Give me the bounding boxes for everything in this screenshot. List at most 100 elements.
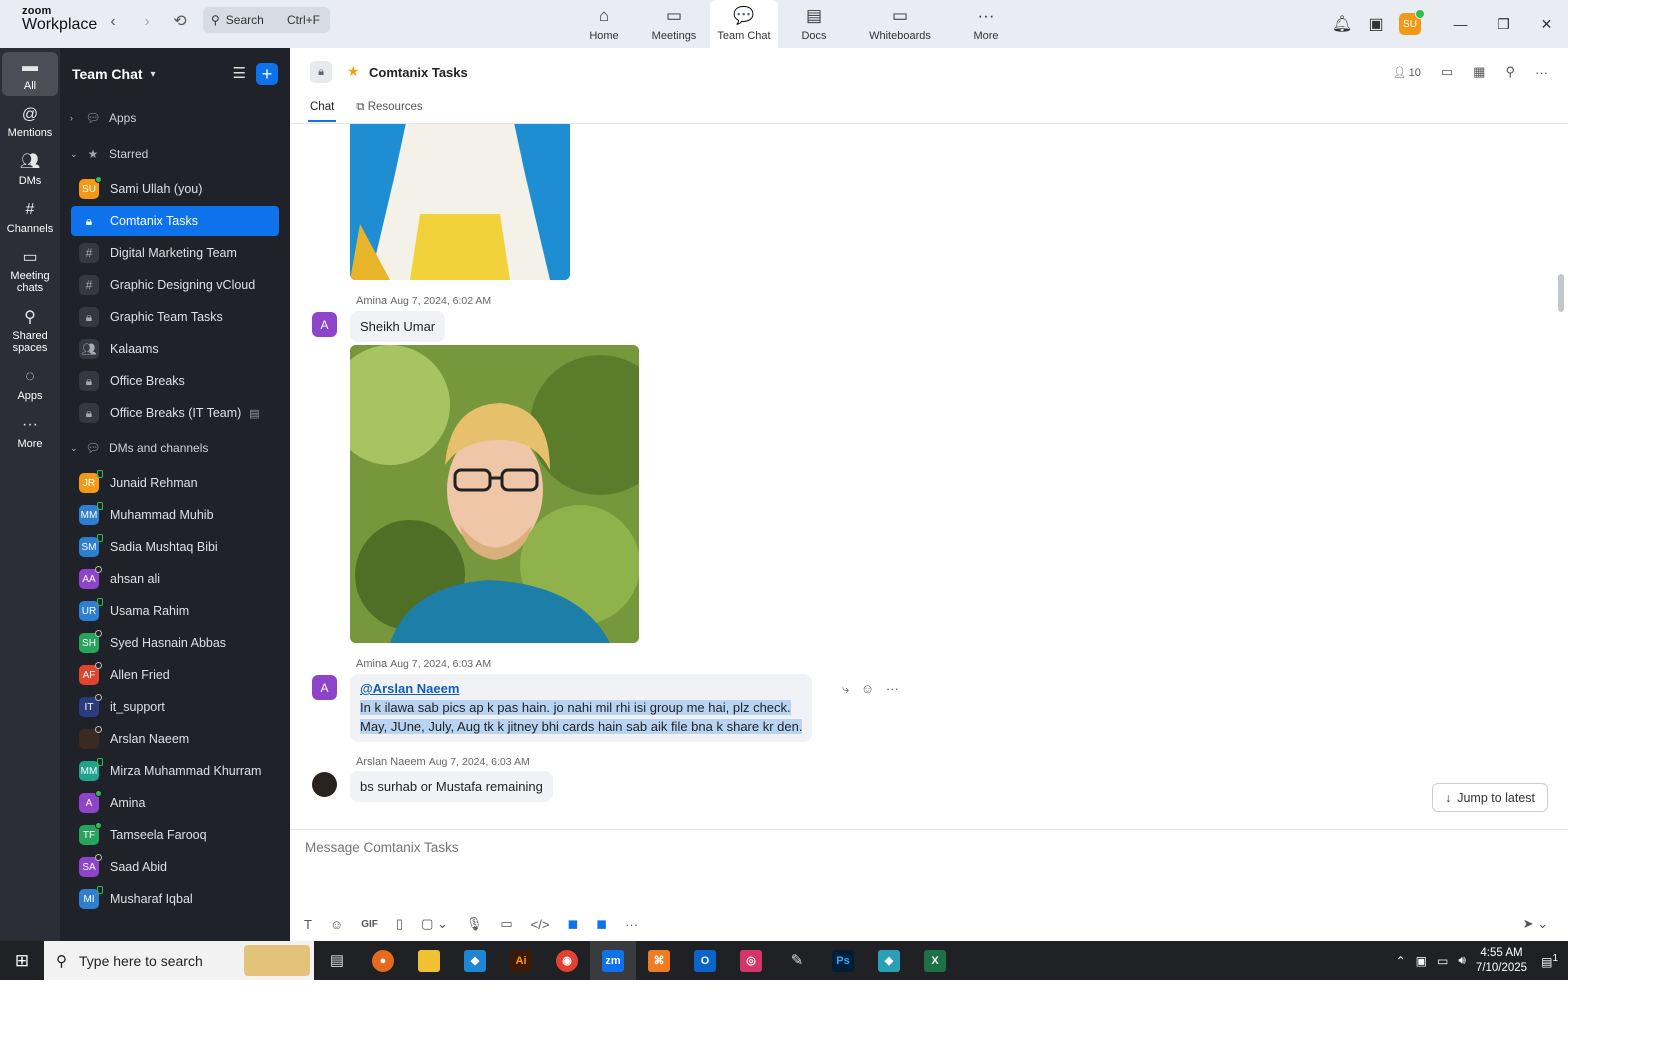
sidebar-item[interactable]: MI Musharaf Iqbal — [71, 884, 279, 914]
sidebar-title[interactable]: Team Chat — [72, 66, 143, 82]
illustrator-icon[interactable]: Ai — [498, 941, 544, 980]
calendar-icon[interactable]: ▣ — [1359, 14, 1393, 34]
tab-whiteboards[interactable]: ▭ Whiteboards — [850, 0, 950, 48]
emoji-icon[interactable]: ☺ — [330, 917, 343, 932]
notification-icon[interactable]: ▤1 — [1541, 953, 1558, 969]
video-icon[interactable]: ▭ — [1441, 64, 1453, 80]
history-icon[interactable]: ⟲ — [170, 12, 190, 32]
tab-chat[interactable]: Chat — [308, 98, 337, 122]
sidebar-item[interactable]: # Digital Marketing Team — [71, 238, 279, 268]
sidebar-item[interactable]: AF Allen Fried — [71, 660, 279, 690]
sidebar-item[interactable]: IT it_support — [71, 692, 279, 722]
system-clock[interactable]: 4:55 AM 7/10/2025 — [1476, 946, 1527, 976]
forward-icon[interactable]: › — [137, 12, 157, 32]
more-icon[interactable]: ··· — [886, 681, 899, 696]
zoom-icon[interactable]: zm — [590, 941, 636, 980]
message-input[interactable] — [305, 840, 1105, 855]
file-icon[interactable]: ▯ — [396, 916, 403, 932]
chevron-up-icon[interactable]: ⌃ — [1396, 954, 1406, 968]
chrome-icon[interactable]: ◉ — [544, 941, 590, 980]
rail-all[interactable]: ▬ All — [2, 52, 58, 96]
calendar-icon[interactable]: ▦ — [1473, 64, 1485, 80]
mention-link[interactable]: @Arslan Naeem — [360, 679, 802, 698]
firefox-icon[interactable]: ● — [360, 941, 406, 980]
tab-docs[interactable]: ▤ Docs — [780, 0, 848, 48]
sidebar-item[interactable]: SU Sami Ullah (you) — [71, 174, 279, 204]
code-icon[interactable]: </> — [531, 917, 550, 932]
new-chat-button[interactable]: + — [256, 63, 278, 85]
chat-title[interactable]: Comtanix Tasks — [369, 65, 468, 80]
sidebar-item[interactable]: JR Junaid Rehman — [71, 468, 279, 498]
avatar[interactable] — [312, 772, 337, 797]
avatar[interactable]: SU — [1399, 9, 1425, 35]
minimize-icon[interactable]: — — [1439, 16, 1482, 32]
section-apps[interactable]: › 💬︎ Apps — [60, 100, 290, 136]
rail-apps[interactable]: ◌ Apps — [2, 362, 58, 406]
sidebar-item[interactable]: 👥︎ Kalaams — [71, 334, 279, 364]
sidebar-item[interactable]: MM Muhammad Muhib — [71, 500, 279, 530]
windows-start-icon[interactable]: ⊞ — [0, 951, 44, 971]
send-icon[interactable]: ➤ — [1523, 916, 1534, 931]
outlook-icon[interactable]: O — [682, 941, 728, 980]
tab-home[interactable]: ⌂ Home — [570, 0, 638, 48]
tab-more[interactable]: ··· More — [952, 0, 1020, 48]
star-icon[interactable]: ★ — [347, 63, 360, 80]
jump-to-latest-button[interactable]: ↓ Jump to latest — [1432, 783, 1548, 812]
vscode-icon[interactable]: ◆ — [452, 941, 498, 980]
sidebar-item[interactable]: # Graphic Designing vCloud — [71, 270, 279, 300]
filter-icon[interactable]: ☰ — [233, 64, 246, 82]
excel-icon[interactable]: X — [912, 941, 958, 980]
sidebar-item[interactable]: UR Usama Rahim — [71, 596, 279, 626]
sidebar-item[interactable]: 🔒︎ Comtanix Tasks — [71, 206, 279, 236]
app-icon[interactable]: ◼ — [567, 916, 578, 932]
shared-image[interactable] — [350, 345, 639, 643]
rail-shared-spaces[interactable]: ⚲ Shared spaces — [2, 303, 58, 359]
more-icon[interactable]: ··· — [1535, 65, 1548, 80]
rail-meeting-chats[interactable]: ▭ Meeting chats — [2, 243, 58, 299]
tab-team-chat[interactable]: 💬 Team Chat — [710, 0, 778, 48]
tab-resources[interactable]: ⧉ Resources — [354, 98, 424, 122]
sidebar-item[interactable]: SM Sadia Mushtaq Bibi — [71, 532, 279, 562]
volume-icon[interactable]: 🔊︎ — [1458, 953, 1466, 968]
shared-image[interactable] — [350, 124, 570, 280]
chevron-down-icon[interactable]: ⌄ — [1537, 916, 1548, 931]
section-starred[interactable]: ⌄ ★ Starred — [60, 136, 290, 172]
tab-meetings[interactable]: ▭ Meetings — [640, 0, 708, 48]
bell-icon[interactable]: 🔔︎ — [1325, 14, 1359, 34]
app-tray-icon[interactable]: ▣ — [1416, 954, 1427, 968]
video-message-icon[interactable]: ▭ — [500, 916, 512, 932]
microphone-icon[interactable]: 🎙︎ — [466, 916, 483, 932]
sidebar-item[interactable]: A Amina — [71, 788, 279, 818]
scrollbar[interactable] — [1558, 274, 1564, 312]
sidebar-item[interactable]: 🔒︎ Office Breaks (IT Team) ▤ — [71, 398, 279, 428]
photoshop-icon[interactable]: Ps — [820, 941, 866, 980]
search-icon[interactable]: ⚲ — [1505, 64, 1515, 80]
back-icon[interactable]: ‹ — [103, 12, 123, 32]
network-icon[interactable]: ▭ — [1437, 954, 1448, 968]
section-dms-channels[interactable]: ⌄ 💬︎ DMs and channels — [60, 430, 290, 466]
rail-channels[interactable]: # Channels — [2, 195, 58, 239]
chevron-down-icon[interactable]: ▾ — [151, 69, 156, 80]
pen-tool-icon[interactable]: ✎ — [774, 941, 820, 980]
sidebar-item[interactable]: TF Tamseela Farooq — [71, 820, 279, 850]
file-explorer-icon[interactable] — [406, 941, 452, 980]
app-icon[interactable]: ◆ — [866, 941, 912, 980]
members-button[interactable]: 👤︎ 10 — [1393, 66, 1421, 79]
maximize-icon[interactable]: ❐ — [1482, 16, 1525, 33]
app-icon[interactable]: ⌘ — [636, 941, 682, 980]
rail-more[interactable]: ··· More — [2, 410, 58, 454]
task-view-icon[interactable]: ▤ — [314, 941, 360, 980]
sidebar-item[interactable]: AA ahsan ali — [71, 564, 279, 594]
gif-icon[interactable]: GIF — [361, 919, 378, 930]
taskbar-search[interactable]: ⚲ Type here to search — [44, 941, 314, 980]
more-icon[interactable]: ··· — [625, 917, 638, 932]
rail-mentions[interactable]: @ Mentions — [2, 100, 58, 144]
avatar[interactable]: A — [312, 312, 337, 337]
text-format-icon[interactable]: T — [304, 917, 312, 932]
rail-dms[interactable]: 👥︎ DMs — [2, 147, 58, 191]
emoji-icon[interactable]: ☺ — [861, 681, 874, 696]
sidebar-item[interactable]: SH Syed Hasnain Abbas — [71, 628, 279, 658]
whiteboard-icon[interactable]: ◼ — [596, 916, 607, 932]
sidebar-item[interactable]: MM Mirza Muhammad Khurram — [71, 756, 279, 786]
sidebar-item[interactable]: SA Saad Abid — [71, 852, 279, 882]
